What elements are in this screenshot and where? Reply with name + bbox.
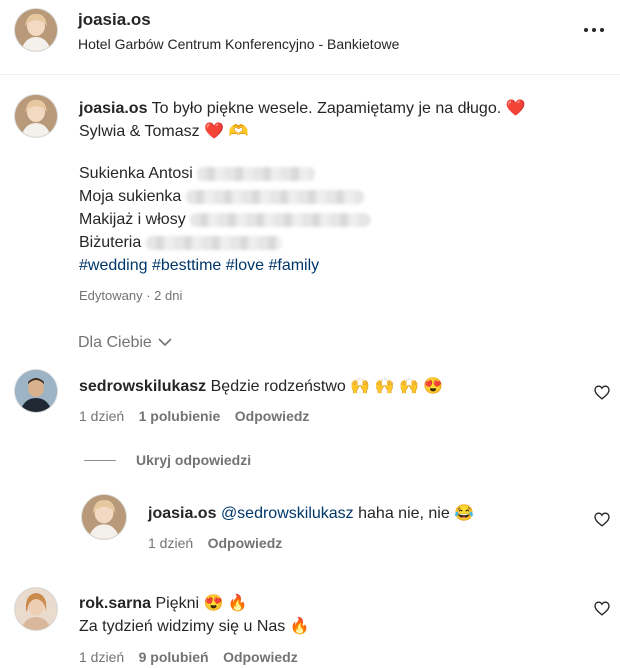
blurred-mention [190,212,371,227]
heart-outline-icon[interactable] [594,385,610,400]
reply-text: haha nie, nie 😂 [358,505,475,522]
comment-meta: 1 dzień 1 polubienie Odpowiedz [79,408,309,426]
heart-outline-icon[interactable] [594,512,610,527]
chevron-down-icon [158,334,172,352]
more-options-icon[interactable] [583,22,605,32]
blurred-mention [197,166,316,181]
avatar-photo [15,370,57,412]
hashtag[interactable]: #family [268,257,319,274]
comment-likes[interactable]: 1 polubienie [139,408,221,424]
comment-avatar[interactable] [15,588,57,630]
comment-text: Będzie rodzeństwo 🙌 🙌 🙌 😍 [210,378,444,395]
credit-label: Makijaż i włosy [79,211,186,228]
hide-replies-line [84,460,116,461]
header-location[interactable]: Hotel Garbów Centrum Konferencyjno - Ban… [78,36,399,52]
avatar-photo [82,495,126,539]
hide-replies-button[interactable]: Ukryj odpowiedzi [136,452,251,468]
comment-avatar[interactable] [15,370,57,412]
credit-label: Moja sukienka [79,188,182,205]
hashtag[interactable]: #besttime [152,257,221,274]
avatar-photo [15,9,57,51]
hashtag[interactable]: #love [226,257,264,274]
credit-label: Biżuteria [79,234,142,251]
caption-text: To było piękne wesele. Zapamiętamy je na… [151,100,526,117]
comment-likes[interactable]: 9 polubień [139,649,209,665]
caption-username[interactable]: joasia.os [79,100,147,117]
blurred-mention [145,235,282,250]
hashtags: #wedding #besttime #love #family [79,257,319,275]
credit-makeup-hair: Makijaż i włosy [79,211,371,229]
reply-button[interactable]: Odpowiedz [235,408,310,424]
sort-dropdown[interactable]: Dla Ciebie [78,334,172,352]
comment-time: 1 dzień [79,408,125,424]
comment-body: rok.sarna Piękni 😍 🔥 [79,593,248,613]
caption-edited: Edytowany · 2 dni [79,288,183,303]
reply-button[interactable]: Odpowiedz [208,535,283,551]
credit-label: Sukienka Antosi [79,165,193,182]
blurred-mention [185,189,364,204]
credit-jewelry: Biżuteria [79,234,282,252]
heart-outline-icon[interactable] [594,601,610,616]
comment-body: sedrowskilukasz Będzie rodzeństwo 🙌 🙌 🙌 … [79,376,443,396]
comment-time: 1 dzień [79,649,125,665]
caption-avatar[interactable] [15,95,57,137]
reply-button[interactable]: Odpowiedz [223,649,298,665]
avatar-photo [15,588,57,630]
comment-meta: 1 dzień 9 polubień Odpowiedz [79,649,298,667]
header-divider [0,74,620,75]
sort-label: Dla Ciebie [78,334,152,351]
credit-my-dress: Moja sukienka [79,188,364,206]
credit-dress-antosi: Sukienka Antosi [79,165,316,183]
header-avatar[interactable] [15,9,57,51]
reply-meta: 1 dzień Odpowiedz [148,535,282,553]
reply-time: 1 dzień [148,535,194,551]
comment-text-line2: Za tydzień widzimy się u Nas 🔥 [79,618,310,635]
hashtag[interactable]: #wedding [79,257,148,274]
reply-body: joasia.os @sedrowskilukasz haha nie, nie… [148,503,474,523]
reply-username[interactable]: joasia.os [148,505,216,522]
caption-line1: joasia.os To było piękne wesele. Zapamię… [79,98,526,118]
comment-text: Piękni 😍 🔥 [155,595,248,612]
reply-avatar[interactable] [82,495,126,539]
avatar-photo [15,95,57,137]
comment-username[interactable]: rok.sarna [79,595,151,612]
caption-line2: Sylwia & Tomasz ❤️ 🫶 [79,123,249,140]
reply-mention[interactable]: @sedrowskilukasz [221,505,354,522]
comment-username[interactable]: sedrowskilukasz [79,378,206,395]
header-username[interactable]: joasia.os [78,10,151,30]
